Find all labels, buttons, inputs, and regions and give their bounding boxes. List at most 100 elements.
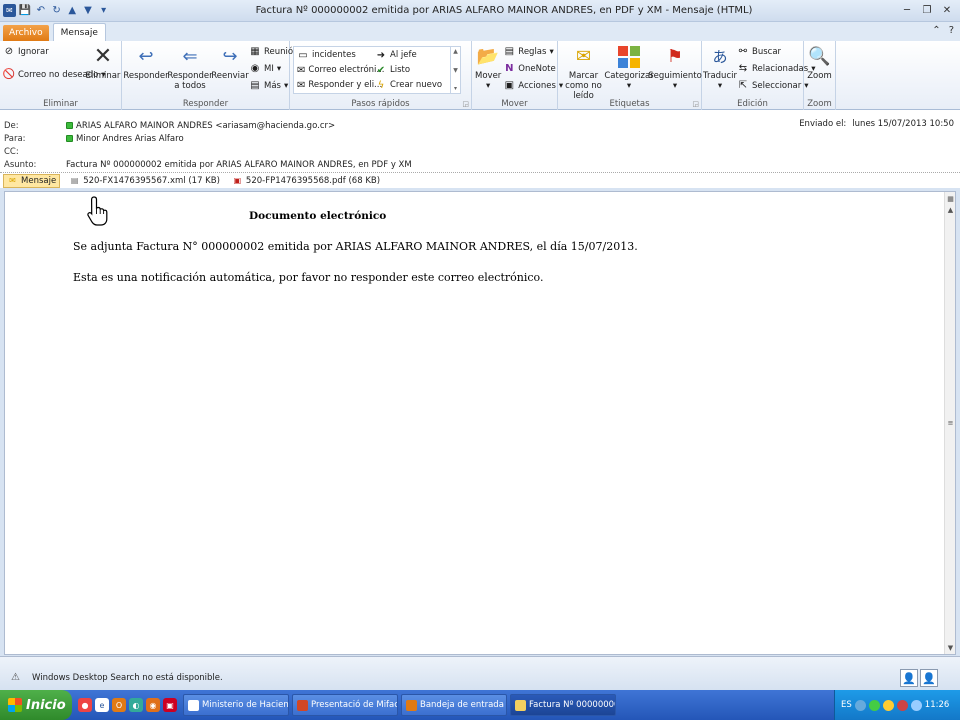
message-header: De: ARIAS ALFARO MAINOR ANDRES <ariasam@… bbox=[0, 110, 960, 188]
to-value[interactable]: Minor Andres Arias Alfaro bbox=[76, 134, 184, 144]
tab-message[interactable]: Mensaje bbox=[52, 23, 106, 41]
outlook-icon[interactable]: O bbox=[112, 698, 126, 712]
start-button[interactable]: Inicio bbox=[0, 690, 72, 720]
maximize-button[interactable]: ❐ bbox=[918, 4, 936, 18]
quick-step-al-jefe[interactable]: ➜ Al jefe bbox=[375, 48, 447, 62]
binoculars-icon: ⚯ bbox=[738, 46, 748, 57]
rules-icon: ▤ bbox=[504, 46, 515, 57]
up-arrow-icon[interactable]: ▲ bbox=[66, 4, 79, 17]
im-icon: ◉ bbox=[250, 63, 260, 74]
reply-all-icon: ⇐ bbox=[182, 46, 198, 67]
clock[interactable]: 11:26 bbox=[925, 700, 950, 710]
attachment-xml[interactable]: ▤ 520-FX1476395567.xml (17 KB) bbox=[66, 174, 223, 188]
app-icon[interactable]: ▣ bbox=[163, 698, 177, 712]
message-envelope-icon: ✉ bbox=[9, 176, 16, 185]
ribbon: ⊘ Ignorar 🚫 Correo no deseado ▾ ✕ Eliminar … bbox=[0, 41, 960, 110]
attachment-pdf[interactable]: ▣ 520-FP1476395568.pdf (68 KB) bbox=[229, 174, 383, 188]
tab-file[interactable]: Archivo bbox=[3, 25, 49, 41]
scroll-down-icon[interactable]: ▼ bbox=[946, 643, 955, 652]
browser-icon[interactable]: ◐ bbox=[129, 698, 143, 712]
quick-access-toolbar: ✉ 💾 ↶ ↻ ▲ ▼ ▾ bbox=[0, 4, 110, 17]
volume-icon[interactable] bbox=[910, 699, 922, 711]
tray-icon-3[interactable] bbox=[882, 699, 894, 711]
quick-steps-launcher-icon[interactable]: ◲ bbox=[462, 100, 469, 108]
tags-launcher-icon[interactable]: ◲ bbox=[692, 100, 699, 108]
quick-step-crear-nuevo[interactable]: ϟ Crear nuevo bbox=[375, 78, 447, 92]
task-ministerio[interactable]: Ministerio de Hacienda... bbox=[183, 694, 289, 716]
group-mover: 📂 Mover ▾ ▤ Reglas ▾ N OneNote ▣ Acciones ▾ M… bbox=[472, 41, 563, 110]
group-zoom: 🔍 Zoom Zoom bbox=[804, 41, 836, 110]
close-button[interactable]: ✕ bbox=[938, 4, 956, 18]
quick-launch: ● e O ◐ ◉ ▣ bbox=[72, 698, 183, 712]
down-arrow-icon[interactable]: ▼ bbox=[82, 4, 95, 17]
tray-icon-2[interactable] bbox=[868, 699, 880, 711]
ribbon-tabs: Archivo Mensaje ⌃ ? bbox=[0, 22, 960, 41]
minimize-ribbon-icon[interactable]: ⌃ bbox=[932, 25, 940, 36]
tray-icon-1[interactable] bbox=[854, 699, 866, 711]
actions-button[interactable]: ▣ Acciones ▾ bbox=[503, 78, 564, 93]
language-indicator[interactable]: ES bbox=[841, 700, 852, 710]
gallery-more-icon[interactable]: ▾ bbox=[454, 85, 457, 92]
junk-button[interactable]: 🚫 Correo no deseado ▾ bbox=[3, 67, 106, 82]
rules-button[interactable]: ▤ Reglas ▾ bbox=[503, 44, 563, 59]
minimize-button[interactable]: ─ bbox=[898, 4, 916, 18]
sent-label: Enviado el: bbox=[799, 119, 847, 129]
powerpoint-icon bbox=[297, 699, 308, 711]
mail-icon: ✉ bbox=[297, 64, 306, 76]
people-pane-icon-2[interactable]: 👤 bbox=[920, 669, 938, 687]
subject-label: Asunto: bbox=[4, 159, 37, 170]
help-icon[interactable]: ? bbox=[949, 25, 954, 36]
onenote-button[interactable]: N OneNote bbox=[503, 61, 563, 76]
scroll-grip-icon[interactable]: ≡ bbox=[946, 418, 955, 427]
ignore-button[interactable]: ⊘ Ignorar bbox=[3, 44, 85, 59]
attachment-bar: ✉ Mensaje ▤ 520-FX1476395567.xml (17 KB)… bbox=[0, 172, 960, 188]
customize-qat-icon[interactable]: ▾ bbox=[97, 4, 110, 17]
related-icon: ⇆ bbox=[738, 63, 748, 74]
ie-icon[interactable]: e bbox=[95, 698, 109, 712]
cc-label: CC: bbox=[4, 146, 19, 157]
people-pane-icon[interactable]: 👤 bbox=[900, 669, 918, 687]
message-body[interactable]: Documento electrónico Se adjunta Factura… bbox=[4, 191, 956, 655]
onenote-icon: N bbox=[505, 63, 514, 74]
envelope-icon: ✉ bbox=[575, 46, 592, 67]
view-options-icon[interactable]: ▦ bbox=[946, 194, 955, 203]
task-presentacion[interactable]: Presentació de Mifact... bbox=[292, 694, 398, 716]
from-label: De: bbox=[4, 120, 19, 131]
categorize-icon bbox=[617, 45, 641, 69]
task-bandeja[interactable]: Bandeja de entrada -... bbox=[401, 694, 507, 716]
gallery-down-icon[interactable]: ▼ bbox=[453, 67, 458, 74]
group-edicion: あ Traducir ▾ ⚯ Buscar ⇆ Relacionadas ▾ ⇱ Sel… bbox=[702, 41, 815, 110]
presence-icon bbox=[66, 122, 73, 129]
calendar-icon: ▦ bbox=[250, 46, 260, 57]
pdf-file-icon: ▣ bbox=[233, 176, 242, 185]
tray-icon-4[interactable] bbox=[896, 699, 908, 711]
scroll-up-icon[interactable]: ▲ bbox=[946, 205, 955, 214]
subject-value: Factura Nº 000000002 emitida por ARIAS A… bbox=[66, 159, 412, 170]
status-bar: ⚠ Windows Desktop Search no está disponi… bbox=[0, 656, 960, 690]
outlook-task-icon bbox=[406, 699, 417, 711]
message-tab[interactable]: ✉ Mensaje bbox=[3, 173, 61, 188]
quick-step-incidentes[interactable]: ▭ incidentes bbox=[297, 48, 369, 62]
message-line-1: Se adjunta Factura N° 000000002 emitida … bbox=[73, 240, 638, 253]
redo-icon[interactable]: ↻ bbox=[50, 4, 63, 17]
reply-icon: ↩ bbox=[138, 46, 154, 67]
move-folder-icon: 📂 bbox=[476, 46, 500, 67]
task-factura[interactable]: Factura Nº 00000000... bbox=[510, 694, 616, 716]
group-quick-steps: ▭ incidentes ✉ Correo electróni... ✉ Respon… bbox=[290, 41, 472, 110]
forward-boss-icon: ➜ bbox=[376, 49, 386, 61]
chrome-icon[interactable]: ● bbox=[78, 698, 92, 712]
quick-step-responder-eliminar[interactable]: ✉ Responder y eli... bbox=[297, 78, 382, 92]
save-icon[interactable]: 💾 bbox=[19, 4, 32, 17]
message-line-2: Esta es una notificación automática, por… bbox=[73, 271, 544, 284]
magnifier-icon: 🔍 bbox=[808, 46, 831, 67]
firefox-icon[interactable]: ◉ bbox=[146, 698, 160, 712]
undo-icon[interactable]: ↶ bbox=[34, 4, 47, 17]
quick-step-correo[interactable]: ✉ Correo electróni... bbox=[297, 63, 385, 77]
presence-icon bbox=[66, 135, 73, 142]
vertical-scrollbar[interactable]: ▦ ▲ ≡ ▼ bbox=[944, 192, 955, 654]
gallery-up-icon[interactable]: ▲ bbox=[453, 48, 458, 55]
from-value[interactable]: ARIAS ALFARO MAINOR ANDRES <ariasam@haci… bbox=[76, 121, 335, 131]
quick-step-listo[interactable]: ✔ Listo bbox=[375, 63, 447, 77]
more-icon: ▤ bbox=[250, 80, 260, 91]
outlook-app-icon[interactable]: ✉ bbox=[3, 4, 16, 17]
